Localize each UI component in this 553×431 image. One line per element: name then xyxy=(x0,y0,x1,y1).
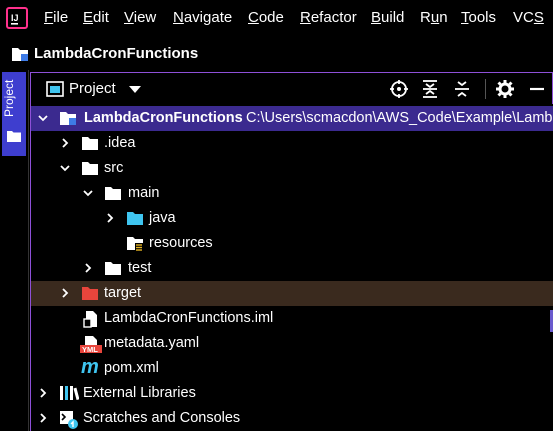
menu-file[interactable]: File xyxy=(44,9,68,26)
chevron-right-icon[interactable] xyxy=(37,412,49,424)
tree-label-main: main xyxy=(128,185,160,201)
menu-edit[interactable]: Edit xyxy=(83,9,109,26)
menu-run[interactable]: Run xyxy=(420,9,448,26)
folder-icon xyxy=(105,187,121,200)
tree-row-test[interactable]: test xyxy=(31,256,553,281)
tree-row-scratches[interactable]: Scratches and Consoles xyxy=(31,406,553,431)
menu-build[interactable]: Build xyxy=(371,9,404,26)
project-toolwindow-header: Project xyxy=(30,72,553,104)
excluded-folder-icon xyxy=(82,287,98,300)
tree-row-pom[interactable]: m pom.xml xyxy=(31,356,553,381)
tree-label-pom: pom.xml xyxy=(104,360,159,376)
chevron-down-icon[interactable] xyxy=(59,162,71,174)
chevron-right-icon[interactable] xyxy=(82,262,94,274)
module-folder-icon xyxy=(60,112,76,125)
project-stripe-label[interactable]: Project xyxy=(2,78,26,118)
navigation-bar: LambdaCronFunctions xyxy=(0,36,553,70)
folder-icon xyxy=(7,131,21,142)
tree-label-resources: resources xyxy=(149,235,213,251)
yaml-file-icon: YML xyxy=(80,336,102,353)
menu-view[interactable]: View xyxy=(124,9,156,26)
expand-all-icon[interactable] xyxy=(421,79,439,99)
project-tree: LambdaCronFunctions C:\Users\scmacdon\AW… xyxy=(30,104,553,431)
menu-tools[interactable]: Tools xyxy=(461,9,496,26)
tree-label-root: LambdaCronFunctions xyxy=(84,110,243,126)
tree-row-yaml[interactable]: YML metadata.yaml xyxy=(31,331,553,356)
tree-root-path: C:\Users\scmacdon\AWS_Code\Example\Lamb xyxy=(246,110,553,126)
scratches-icon xyxy=(60,411,78,429)
project-view-selector[interactable]: Project xyxy=(69,80,116,97)
tree-label-scratches: Scratches and Consoles xyxy=(83,410,241,426)
menu-bar: IJ File Edit View Navigate Code Refactor… xyxy=(0,0,553,36)
tree-row-src[interactable]: src xyxy=(31,156,553,181)
library-icon xyxy=(60,386,79,401)
toolbar-separator xyxy=(485,79,486,99)
tree-row-iml[interactable]: LambdaCronFunctions.iml xyxy=(31,306,553,331)
menu-refactor[interactable]: Refactor xyxy=(300,9,357,26)
menu-vcs[interactable]: VCS xyxy=(513,9,544,26)
module-file-icon xyxy=(83,311,97,328)
menu-code[interactable]: Code xyxy=(248,9,284,26)
tree-row-external-libraries[interactable]: External Libraries xyxy=(31,381,553,406)
folder-icon xyxy=(82,162,98,175)
chevron-down-icon[interactable] xyxy=(37,112,49,124)
chevron-right-icon[interactable] xyxy=(59,287,71,299)
svg-text:IJ: IJ xyxy=(11,13,19,23)
folder-icon xyxy=(105,262,121,275)
folder-icon xyxy=(82,137,98,150)
tree-label-external-libraries: External Libraries xyxy=(83,385,196,401)
chevron-right-icon[interactable] xyxy=(104,212,116,224)
tree-label-java: java xyxy=(149,210,176,226)
minimize-icon[interactable] xyxy=(528,79,546,99)
maven-icon: m xyxy=(81,356,99,378)
chevron-down-icon[interactable] xyxy=(129,86,141,93)
tree-row-root[interactable]: LambdaCronFunctions C:\Users\scmacdon\AW… xyxy=(31,106,553,131)
gear-icon[interactable] xyxy=(495,79,515,99)
tree-row-java[interactable]: java xyxy=(31,206,553,231)
tree-label-iml: LambdaCronFunctions.iml xyxy=(104,310,274,326)
chevron-right-icon[interactable] xyxy=(37,387,49,399)
locate-file-icon[interactable] xyxy=(389,79,409,99)
tree-row-target[interactable]: target xyxy=(31,281,553,306)
project-module-icon xyxy=(12,48,28,61)
chevron-down-icon[interactable] xyxy=(82,187,94,199)
tree-row-main[interactable]: main xyxy=(31,181,553,206)
tree-label-idea: .idea xyxy=(104,135,136,151)
chevron-right-icon[interactable] xyxy=(59,137,71,149)
tree-label-src: src xyxy=(104,160,124,176)
source-folder-icon xyxy=(127,212,143,225)
yml-badge: YML xyxy=(82,345,98,353)
resources-folder-icon xyxy=(127,237,143,251)
tree-row-resources[interactable]: resources xyxy=(31,231,553,256)
collapse-all-icon[interactable] xyxy=(453,79,471,99)
menu-navigate[interactable]: Navigate xyxy=(173,9,232,26)
project-view-icon xyxy=(46,81,64,97)
tree-row-idea[interactable]: .idea xyxy=(31,131,553,156)
intellij-app-icon: IJ xyxy=(6,7,28,29)
tree-label-target: target xyxy=(104,285,142,301)
tree-label-test: test xyxy=(128,260,152,276)
tree-label-yaml: metadata.yaml xyxy=(104,335,200,351)
project-breadcrumb[interactable]: LambdaCronFunctions xyxy=(34,45,198,62)
